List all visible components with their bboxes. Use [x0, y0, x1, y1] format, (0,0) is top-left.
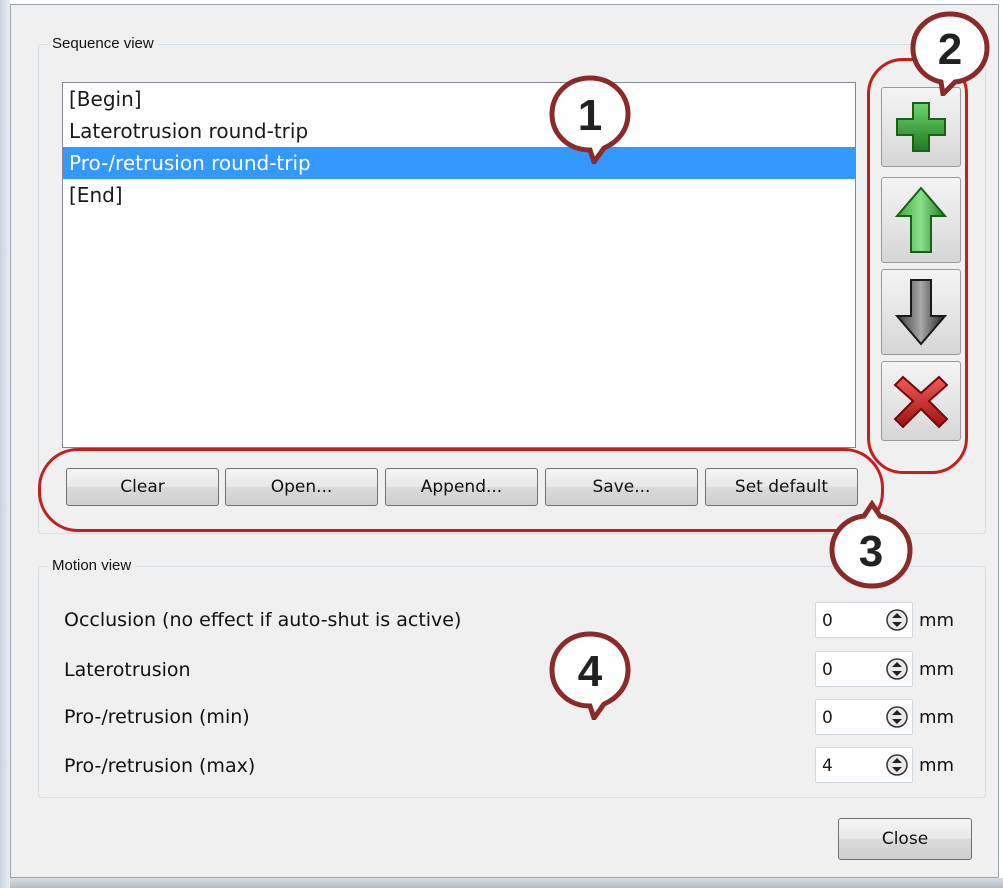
annotation-ellipse-tools [867, 58, 968, 474]
sequence-item-laterotrusion[interactable]: Laterotrusion round-trip [63, 115, 855, 147]
spin-arrows-icon[interactable] [886, 658, 908, 680]
sequence-item-end[interactable]: [End] [63, 179, 855, 211]
annotation-ellipse-buttons [38, 448, 884, 532]
callout-1: 1 [549, 75, 631, 164]
desktop-background [0, 0, 10, 888]
callout-3-text: 3 [859, 527, 883, 576]
laterotrusion-label: Laterotrusion [64, 659, 191, 681]
protrusion-min-value[interactable]: 0 [822, 708, 833, 728]
laterotrusion-unit: mm [919, 659, 955, 680]
callout-4: 4 [549, 631, 631, 720]
protrusion-max-unit: mm [919, 755, 955, 776]
callout-1-text: 1 [578, 91, 602, 140]
occlusion-spinbox[interactable]: 0 [815, 602, 913, 638]
callout-3: 3 [829, 500, 913, 589]
protrusion-max-label: Pro-/retrusion (max) [64, 755, 256, 777]
occlusion-label: Occlusion (no effect if auto-shut is act… [64, 609, 462, 631]
protrusion-min-unit: mm [919, 707, 955, 728]
sequence-item-protrusion[interactable]: Pro-/retrusion round-trip [63, 147, 855, 179]
protrusion-max-spinbox[interactable]: 4 [815, 747, 913, 783]
callout-2-text: 2 [938, 25, 962, 74]
spin-arrows-icon[interactable] [886, 609, 908, 631]
protrusion-max-value[interactable]: 4 [822, 756, 833, 776]
sequence-item-begin[interactable]: [Begin] [63, 83, 855, 115]
laterotrusion-value[interactable]: 0 [822, 660, 833, 680]
occlusion-value[interactable]: 0 [822, 611, 833, 631]
taskbar-edge [10, 878, 1003, 888]
protrusion-min-spinbox[interactable]: 0 [815, 699, 913, 735]
close-button[interactable]: Close [838, 818, 972, 860]
sequence-list[interactable]: [Begin] Laterotrusion round-trip Pro-/re… [62, 82, 856, 448]
callout-2: 2 [910, 11, 990, 96]
spin-arrows-icon[interactable] [886, 754, 908, 776]
protrusion-min-label: Pro-/retrusion (min) [64, 706, 250, 728]
sequence-view-title: Sequence view [48, 35, 158, 52]
laterotrusion-spinbox[interactable]: 0 [815, 651, 913, 687]
callout-4-text: 4 [578, 647, 603, 696]
spin-arrows-icon[interactable] [886, 706, 908, 728]
motion-view-title: Motion view [48, 557, 136, 574]
occlusion-unit: mm [919, 610, 955, 631]
